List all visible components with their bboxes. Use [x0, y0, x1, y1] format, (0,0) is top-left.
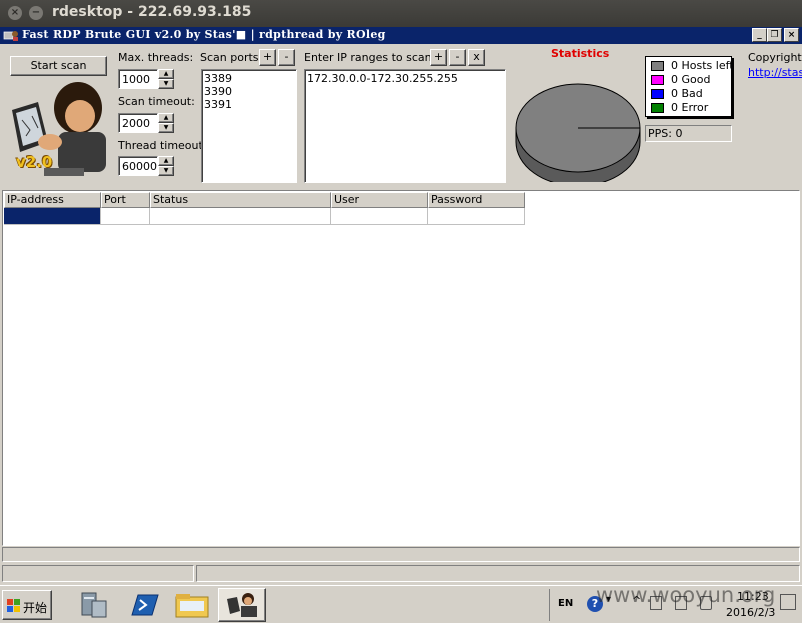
ip-ranges-label: Enter IP ranges to scan: — [304, 51, 436, 64]
col-port[interactable]: Port — [101, 192, 150, 208]
status-panel-right — [196, 565, 800, 582]
author-link[interactable]: http://stas — [748, 66, 802, 79]
powershell-icon[interactable] — [122, 589, 166, 622]
app-close-button[interactable]: × — [784, 28, 799, 42]
add-range-button[interactable]: + — [430, 49, 447, 66]
app-title: Fast RDP Brute GUI v2.0 by Stas'■ | rdpt… — [22, 28, 386, 41]
horizontal-scrollbar[interactable] — [2, 547, 800, 562]
status-panel-left — [2, 565, 194, 582]
taskbar-app-fast-rdp-brute[interactable] — [218, 588, 266, 622]
grid-cell[interactable] — [331, 208, 428, 225]
swatch-icon — [651, 103, 664, 113]
grid-cell[interactable] — [428, 208, 525, 225]
spin-down-icon[interactable]: ▼ — [158, 79, 174, 89]
restore-icon: ❐ — [770, 30, 779, 40]
remove-range-button[interactable]: - — [449, 49, 466, 66]
ip-ranges-list[interactable]: 172.30.0.0-172.30.255.255 — [304, 69, 506, 183]
window-close-button[interactable]: × — [8, 6, 22, 20]
windows-logo-icon — [7, 599, 20, 612]
outer-title-bar: × − rdesktop - 222.69.93.185 — [0, 0, 802, 27]
clock-date[interactable]: 2016/2/3 — [726, 606, 775, 619]
spin-up-icon[interactable]: ▲ — [158, 156, 174, 166]
col-ip-address[interactable]: IP-address — [4, 192, 101, 208]
statistics-legend: 0 Hosts left 0 Good 0 Bad 0 Error — [645, 56, 734, 117]
app-icon — [3, 31, 18, 41]
scan-timeout-label: Scan timeout: — [118, 95, 195, 108]
window-minimize-button[interactable]: − — [29, 6, 43, 20]
show-desktop-icon[interactable] — [780, 594, 796, 610]
ports-list[interactable]: 3389 3390 3391 — [201, 69, 297, 183]
scan-timeout-input[interactable]: 2000 — [118, 113, 158, 133]
max-threads-input[interactable]: 1000 — [118, 69, 158, 89]
col-status[interactable]: Status — [150, 192, 331, 208]
logo-version: v2.0 — [16, 153, 53, 171]
grid-cell[interactable] — [150, 208, 331, 225]
statistics-title: Statistics — [551, 47, 610, 60]
swatch-icon — [651, 89, 664, 99]
close-icon: × — [787, 30, 796, 40]
add-port-button[interactable]: + — [259, 49, 276, 66]
pps-counter: PPS: 0 — [645, 125, 732, 142]
app-maximize-button[interactable]: ❐ — [767, 28, 782, 42]
copyright-text: Copyright © — [748, 51, 802, 64]
taskbar: 开始 EN ? ▾ ^ 11:23 2016/2/3 www.wooyun.or… — [0, 583, 802, 623]
statistics-pie-chart — [515, 83, 641, 182]
grid-cell[interactable] — [101, 208, 150, 225]
remove-port-button[interactable]: - — [278, 49, 295, 66]
start-button[interactable]: 开始 — [2, 590, 52, 620]
outer-window-title: rdesktop - 222.69.93.185 — [52, 4, 252, 20]
swatch-icon — [651, 61, 664, 71]
app-title-bar: Fast RDP Brute GUI v2.0 by Stas'■ | rdpt… — [0, 27, 802, 44]
spin-up-icon[interactable]: ▲ — [158, 113, 174, 123]
watermark-text: www.wooyun.org — [596, 583, 776, 607]
start-label: 开始 — [23, 601, 48, 615]
explorer-folder-icon[interactable] — [170, 589, 214, 622]
start-scan-button[interactable]: Start scan — [10, 56, 107, 76]
tray-divider — [549, 589, 550, 621]
col-user[interactable]: User — [331, 192, 428, 208]
app-taskbar-icon — [227, 593, 257, 617]
close-icon: × — [10, 7, 20, 18]
max-threads-label: Max. threads: — [118, 51, 194, 64]
thread-timeout-label: Thread timeout: — [118, 139, 207, 152]
thread-timeout-input[interactable]: 60000 — [118, 156, 158, 176]
spin-down-icon[interactable]: ▼ — [158, 123, 174, 133]
spin-up-icon[interactable]: ▲ — [158, 69, 174, 79]
spin-down-icon[interactable]: ▼ — [158, 166, 174, 176]
results-grid[interactable]: IP-address Port Status User Password — [2, 190, 800, 546]
col-password[interactable]: Password — [428, 192, 525, 208]
server-manager-icon[interactable] — [72, 589, 116, 622]
language-indicator[interactable]: EN — [558, 598, 573, 609]
scan-ports-label: Scan ports: — [200, 51, 263, 64]
swatch-icon — [651, 75, 664, 85]
minimize-icon: _ — [757, 30, 762, 40]
minimize-icon: − — [31, 7, 41, 18]
grid-cell-selected[interactable] — [4, 208, 101, 225]
app-minimize-button[interactable]: _ — [752, 28, 767, 42]
clear-ranges-button[interactable]: x — [468, 49, 485, 66]
